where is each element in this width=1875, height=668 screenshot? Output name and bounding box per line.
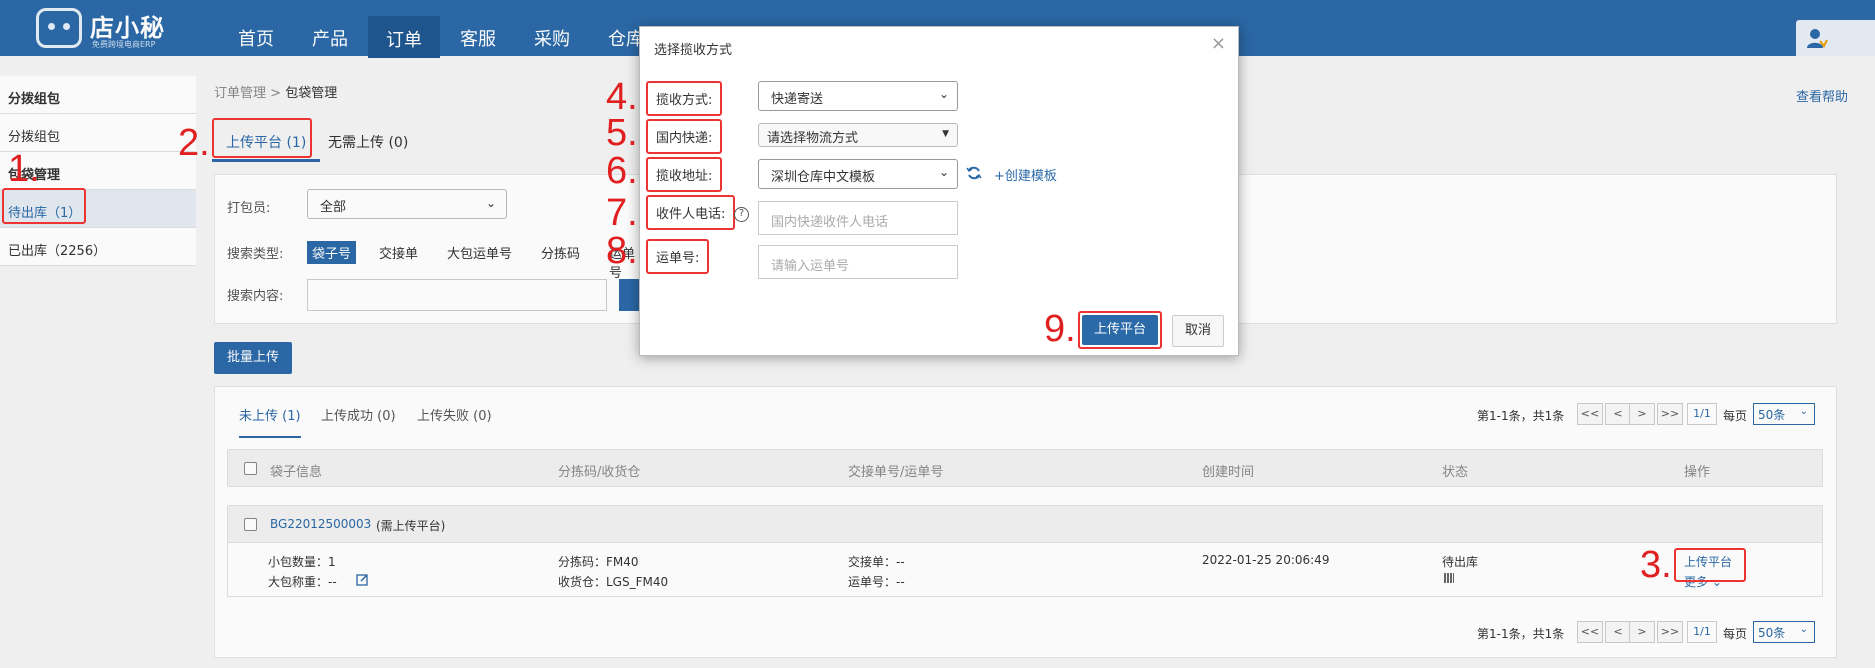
dialog-title: 选择揽收方式 — [654, 43, 733, 58]
annotation-1: 1. — [8, 148, 40, 190]
pickup-address-value: 深圳仓库中文模板 — [771, 170, 876, 185]
create-template-link[interactable]: +创建模板 — [994, 165, 1057, 184]
domestic-express-select[interactable]: 请选择物流方式 ▼ — [758, 123, 958, 147]
refresh-icon[interactable] — [966, 165, 982, 181]
waybill-label: 运单号: — [646, 239, 710, 274]
domestic-express-value: 请选择物流方式 — [767, 131, 859, 146]
annotation-8: 8. — [606, 230, 638, 272]
help-icon[interactable]: ? — [734, 207, 749, 222]
recipient-phone-label: 收件人电话: — [646, 195, 736, 230]
pickup-method-label: 揽收方式: — [646, 81, 723, 116]
domestic-express-label: 国内快递: — [646, 119, 723, 154]
recipient-phone-input[interactable]: 国内快递收件人电话 — [758, 201, 958, 235]
cancel-button[interactable]: 取消 — [1172, 315, 1224, 347]
caret-down-icon: ▼ — [942, 129, 949, 139]
pickup-address-select[interactable]: 深圳仓库中文模板 ⌄ — [758, 159, 958, 189]
annotation-box-row-upload — [1674, 548, 1746, 582]
chevron-down-icon: ⌄ — [938, 87, 949, 101]
chevron-down-icon: ⌄ — [938, 165, 949, 179]
pickup-method-dialog: 选择揽收方式 × 揽收方式: 快递寄送 ⌄ 国内快递: 请选择物流方式 ▼ 揽收… — [639, 26, 1239, 356]
pickup-method-value: 快递寄送 — [771, 92, 824, 107]
annotation-6: 6. — [606, 150, 638, 192]
waybill-input[interactable]: 请输入运单号 — [758, 245, 958, 279]
annotation-7: 7. — [606, 192, 638, 234]
upload-platform-submit-button[interactable]: 上传平台 — [1082, 315, 1158, 345]
annotation-box-upload-tab — [212, 118, 312, 158]
annotation-9: 9. — [1044, 308, 1076, 350]
annotation-box-pending — [2, 188, 86, 224]
pickup-method-select[interactable]: 快递寄送 ⌄ — [758, 81, 958, 111]
annotation-5: 5. — [606, 112, 638, 154]
annotation-2: 2. — [178, 122, 210, 164]
close-icon[interactable]: × — [1211, 33, 1226, 54]
annotation-3: 3. — [1640, 544, 1672, 586]
pickup-address-label: 揽收地址: — [646, 157, 723, 192]
